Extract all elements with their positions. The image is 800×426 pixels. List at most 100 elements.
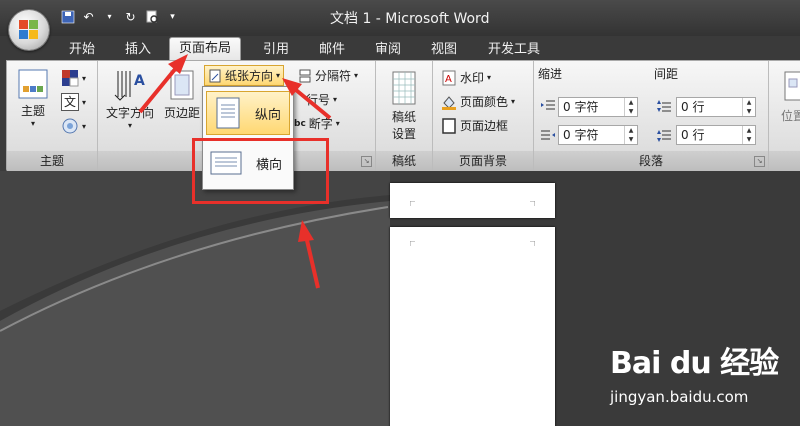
tab-home[interactable]: 开始 xyxy=(64,40,100,60)
window-title: 文档 1 - Microsoft Word xyxy=(330,11,490,27)
page-color-icon xyxy=(442,95,456,110)
margins-label: 页边距 xyxy=(163,106,200,120)
page-color-label: 页面颜色 xyxy=(460,95,509,109)
breaks-icon xyxy=(299,69,311,82)
dropdown-arrow-icon[interactable]: ▾ xyxy=(102,9,117,24)
position-icon xyxy=(784,71,800,101)
portrait-option[interactable]: 纵向 xyxy=(206,91,290,135)
theme-effects-button[interactable]: ▾ xyxy=(61,117,86,135)
text-direction-label: 文字方向 xyxy=(105,106,154,120)
margin-marker-icon xyxy=(530,241,535,246)
page-border-icon xyxy=(442,117,456,134)
line-numbers-label: 行号 xyxy=(306,93,331,107)
margin-marker-icon xyxy=(410,201,415,206)
tab-insert[interactable]: 插入 xyxy=(120,40,156,60)
undo-icon[interactable]: ↶ xyxy=(81,9,96,24)
page-setup-launcher-icon[interactable]: ↘ xyxy=(361,156,372,167)
space-after-icon xyxy=(657,130,671,142)
svg-text:A: A xyxy=(134,73,145,89)
portrait-label: 纵向 xyxy=(255,107,282,123)
customize-qat-icon[interactable]: ▾ xyxy=(165,9,180,24)
margins-icon xyxy=(170,70,194,100)
orientation-button[interactable]: 纸张方向 ▾ xyxy=(204,65,285,86)
ribbon-tabs: 开始 插入 页面布局 引用 邮件 审阅 视图 开发工具 xyxy=(0,36,800,61)
line-numbers-button[interactable]: 行号 ▾ xyxy=(306,91,337,108)
hyphen-label: 断字 xyxy=(308,117,333,131)
watermark-logo: Bai du 经验 jingyan.baidu.com xyxy=(610,338,779,406)
watermark-button[interactable]: A 水印 ▾ xyxy=(441,69,491,86)
group-background-label: 页面背景 xyxy=(433,151,533,171)
space-after-input[interactable]: 0 行 ▲ ▼ xyxy=(676,125,756,145)
redo-icon[interactable]: ↻ xyxy=(123,9,138,24)
margin-marker-icon xyxy=(410,241,415,246)
save-icon[interactable] xyxy=(60,9,75,24)
spinner-arrows-icon[interactable]: ▲ ▼ xyxy=(742,126,755,144)
office-logo-icon xyxy=(19,20,39,40)
group-theme-label: 主题 xyxy=(7,151,97,171)
spinner-arrows-icon[interactable]: ▲ ▼ xyxy=(624,126,637,144)
theme-colors-button[interactable]: ▾ xyxy=(61,69,86,87)
tab-review[interactable]: 审阅 xyxy=(370,40,406,60)
spinner-arrows-icon[interactable]: ▲ ▼ xyxy=(742,98,755,116)
hyphen-icon: bc xyxy=(294,118,306,129)
document-page-2[interactable] xyxy=(390,227,555,426)
draft-paper-label-2: 设置 xyxy=(391,127,416,141)
portrait-icon xyxy=(216,97,240,129)
highlight-box xyxy=(192,138,329,204)
tab-page-layout[interactable]: 页面布局 xyxy=(169,37,241,61)
draft-paper-label-1: 稿纸 xyxy=(391,110,416,124)
breaks-label: 分隔符 xyxy=(315,69,352,83)
group-paragraph: 缩进 间距 0 字符 ▲ ▼ 0 字符 ▲ ▼ 0 行 ▲ ▼ 0 行 ▲ ▼ 段落 ↘ xyxy=(534,61,769,171)
draft-paper-button[interactable]: 稿纸 设置 xyxy=(386,71,422,142)
margins-button[interactable]: 页边距 xyxy=(160,69,204,121)
orientation-icon xyxy=(209,69,221,82)
page-border-label: 页面边框 xyxy=(460,119,509,133)
tab-view[interactable]: 视图 xyxy=(426,40,462,60)
breaks-button[interactable]: 分隔符 ▾ xyxy=(298,67,358,84)
theme-fonts-button[interactable]: 文 ▾ xyxy=(61,93,86,111)
theme-colors-icon xyxy=(62,70,79,87)
hyphenation-button[interactable]: bc 断字 ▾ xyxy=(294,115,340,132)
svg-text:A: A xyxy=(445,74,452,85)
tab-references[interactable]: 引用 xyxy=(258,40,294,60)
theme-label: 主题 xyxy=(20,104,45,118)
watermark-label: 水印 xyxy=(460,71,485,85)
tab-developer[interactable]: 开发工具 xyxy=(484,40,544,60)
text-direction-button[interactable]: A 文字方向 ▾ xyxy=(102,69,158,130)
group-page-background: A 水印 ▾ 页面颜色 ▾ 页面边框 页面背景 xyxy=(433,61,534,171)
page-color-button[interactable]: 页面颜色 ▾ xyxy=(441,93,515,110)
theme-effects-icon xyxy=(62,118,78,134)
indent-right-input[interactable]: 0 字符 ▲ ▼ xyxy=(558,125,638,145)
paragraph-launcher-icon[interactable]: ↘ xyxy=(754,156,765,167)
space-before-input[interactable]: 0 行 ▲ ▼ xyxy=(676,97,756,117)
title-bar: ↶ ▾ ↻ ▾ 文档 1 - Microsoft Word xyxy=(0,0,800,36)
quick-access-toolbar: ↶ ▾ ↻ ▾ xyxy=(60,9,180,24)
indent-left-input[interactable]: 0 字符 ▲ ▼ xyxy=(558,97,638,117)
indent-right-icon xyxy=(541,130,555,140)
position-button[interactable]: 位置 xyxy=(781,107,800,124)
tab-mailings[interactable]: 邮件 xyxy=(314,40,350,60)
spinner-arrows-icon[interactable]: ▲ ▼ xyxy=(624,98,637,116)
space-before-icon xyxy=(657,100,671,112)
office-button[interactable] xyxy=(9,10,49,50)
group-theme: 主题 ▾ ▾ 文 ▾ ▾ 主题 xyxy=(7,61,98,171)
group-arrange: 位置 xyxy=(769,61,800,171)
theme-button[interactable]: 主题 ▾ xyxy=(15,69,51,128)
spacing-heading: 间距 xyxy=(654,67,679,81)
space-after-value: 0 行 xyxy=(681,128,705,142)
print-preview-icon[interactable] xyxy=(144,9,159,24)
space-before-value: 0 行 xyxy=(681,100,705,114)
group-draft-label: 稿纸 xyxy=(376,151,432,171)
watermark-brand: Bai du 经验 xyxy=(610,346,779,381)
theme-fonts-label: 文 xyxy=(61,93,79,111)
group-arrange-label xyxy=(769,151,800,171)
document-page-1[interactable] xyxy=(390,183,555,218)
draft-paper-icon xyxy=(392,71,416,105)
indent-right-value: 0 字符 xyxy=(563,128,599,142)
theme-icon xyxy=(18,69,48,99)
page-border-button[interactable]: 页面边框 xyxy=(441,117,508,134)
group-paragraph-label: 段落 xyxy=(534,151,768,171)
watermark-url: jingyan.baidu.com xyxy=(610,388,749,406)
ribbon: 主题 ▾ ▾ 文 ▾ ▾ 主题 A 文字方向 ▾ 页边距 纸张方向 ▾ 分隔符 ▾ 行… xyxy=(6,60,800,172)
indent-left-value: 0 字符 xyxy=(563,100,599,114)
